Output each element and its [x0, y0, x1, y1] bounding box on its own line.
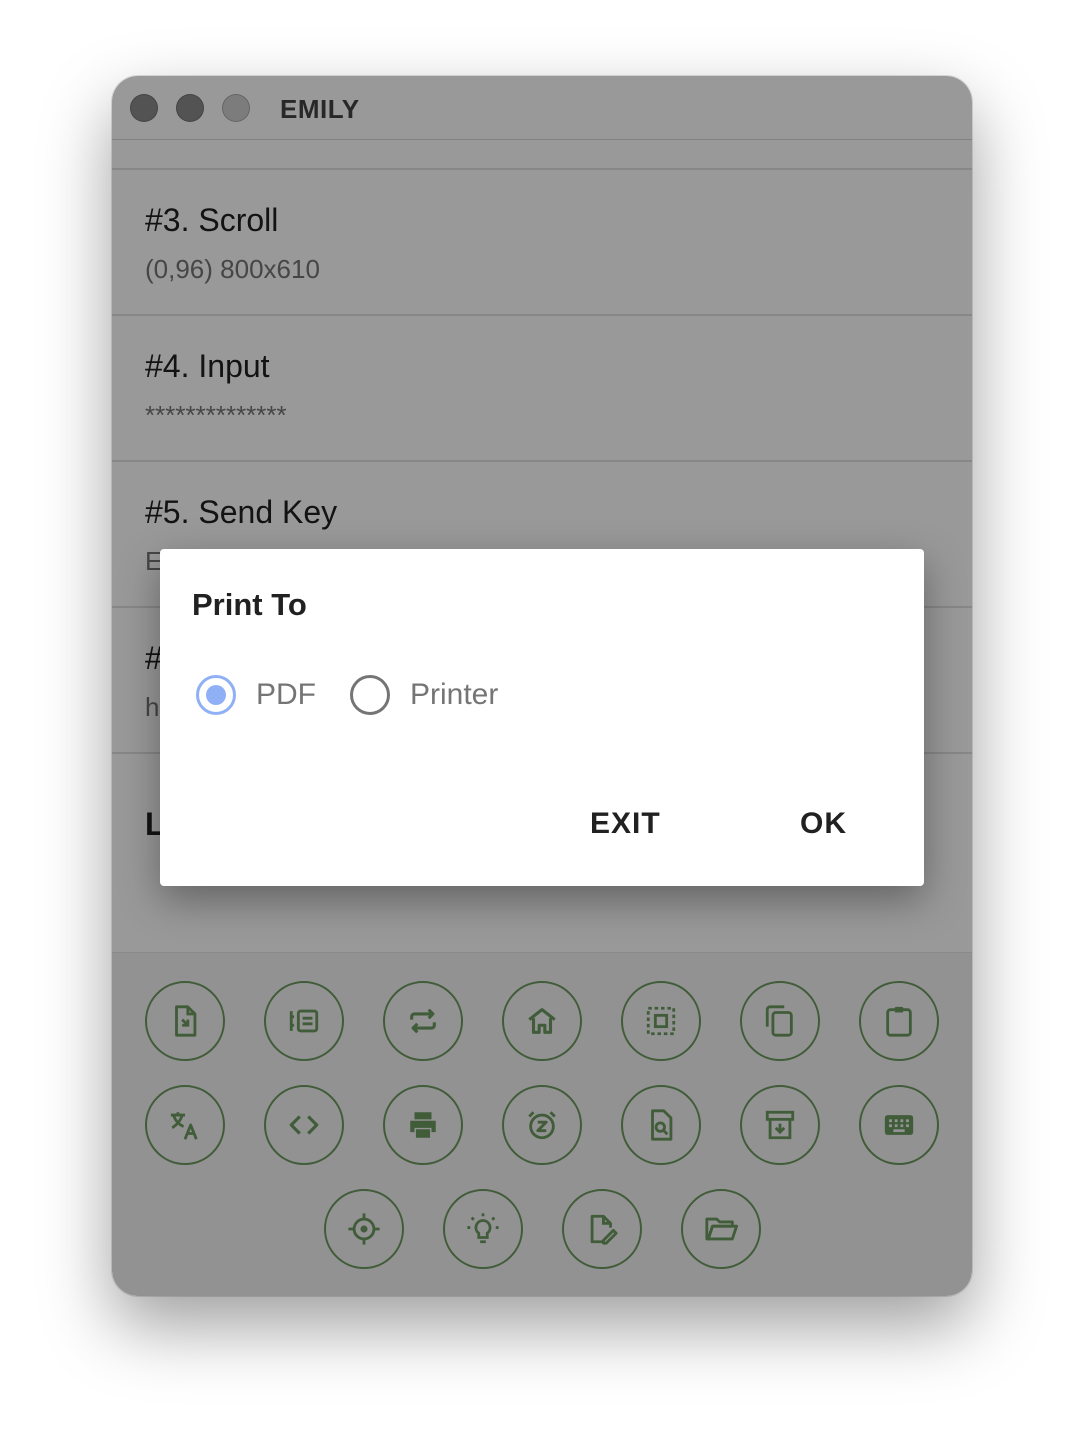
- ok-button[interactable]: OK: [800, 807, 847, 841]
- exit-button[interactable]: EXIT: [590, 807, 661, 841]
- radio-button-checked[interactable]: [196, 675, 236, 715]
- dialog-title: Print To: [192, 587, 307, 622]
- radio-option-pdf[interactable]: PDF: [196, 673, 316, 717]
- radio-button-unchecked[interactable]: [350, 675, 390, 715]
- app-window: EMILY #3. Scroll (0,96) 800x610 #4. Inpu…: [112, 76, 972, 1296]
- radio-label-printer: Printer: [410, 678, 499, 711]
- print-to-dialog: Print To PDF Printer EXIT OK: [160, 549, 924, 886]
- radio-option-printer[interactable]: Printer: [350, 673, 498, 717]
- radio-label-pdf: PDF: [256, 678, 316, 711]
